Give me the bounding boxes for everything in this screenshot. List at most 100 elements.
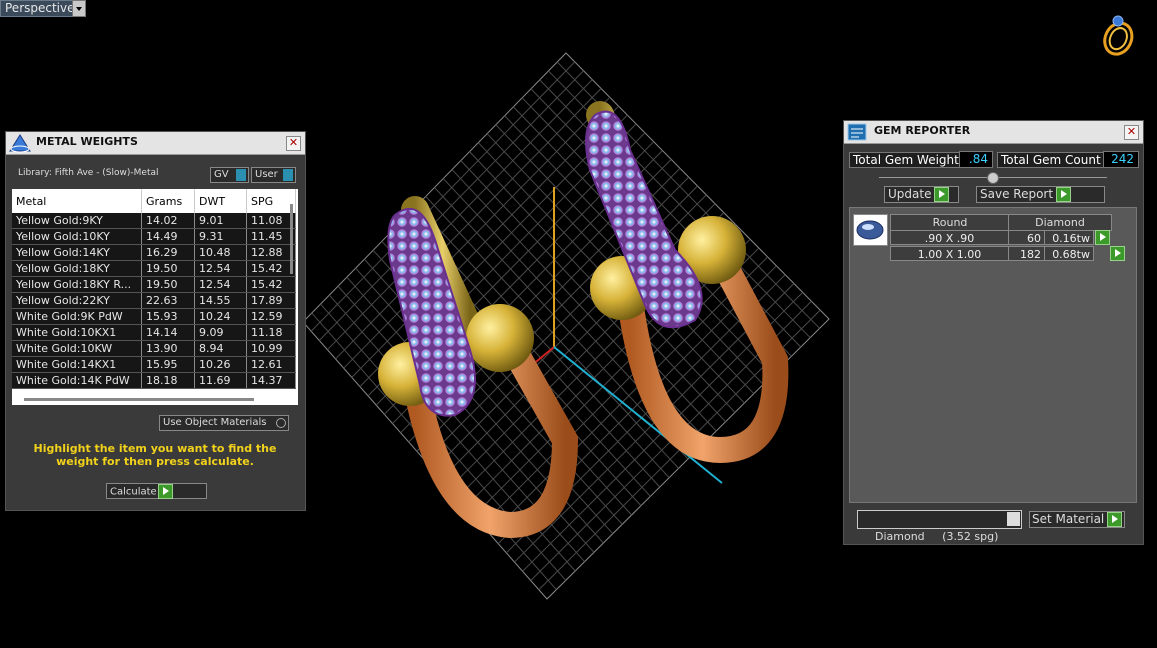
table-row[interactable]: Yellow Gold:9KY 14.02 9.01 11.08: [12, 213, 296, 229]
total-gem-count-value: 242: [1103, 151, 1139, 168]
cell-spg: 15.42: [246, 260, 296, 277]
table-row[interactable]: Yellow Gold:10KY 14.49 9.31 11.45: [12, 228, 296, 245]
material-select-dropdown-icon[interactable]: [1007, 512, 1020, 526]
cell-grams: 13.90: [141, 340, 195, 357]
round-gem-thumbnail[interactable]: [853, 214, 888, 246]
gem-reporter-icon: [847, 123, 867, 141]
cell-grams: 15.93: [141, 308, 195, 325]
gem-count: 60: [1008, 230, 1045, 245]
cell-metal: Yellow Gold:10KY: [12, 228, 142, 245]
set-material-label: Set Material: [1032, 512, 1105, 526]
cell-metal: Yellow Gold:18KY: [12, 260, 142, 277]
update-label: Update: [888, 187, 932, 201]
col-metal[interactable]: Metal: [12, 189, 142, 213]
ring-logo-icon: [1103, 15, 1134, 56]
gem-shape-header: Round: [890, 214, 1010, 231]
gv-indicator: [236, 169, 246, 181]
user-toggle[interactable]: User: [251, 167, 296, 183]
gv-toggle[interactable]: GV: [210, 167, 249, 183]
update-button[interactable]: Update: [884, 186, 959, 203]
table-row[interactable]: Yellow Gold:18KY 19.50 12.54 15.42: [12, 260, 296, 277]
gem-weight: 0.68tw: [1044, 246, 1094, 261]
viewport-view-label[interactable]: Perspective: [0, 0, 80, 17]
cell-grams: 22.63: [141, 292, 195, 309]
material-select[interactable]: Diamond (3.52 spg): [857, 510, 1022, 543]
cell-spg: 15.42: [246, 276, 296, 293]
save-report-button[interactable]: Save Report: [976, 186, 1105, 203]
gem-list-area[interactable]: Round Diamond .90 X .90 60 0.16tw 1.00 X 1.…: [849, 207, 1137, 503]
calculate-button[interactable]: Calculate: [106, 483, 207, 499]
table-vertical-scrollbar[interactable]: [290, 204, 293, 274]
cell-dwt: 8.94: [194, 340, 247, 357]
gem-material-header: Diamond: [1008, 214, 1112, 231]
cell-dwt: 9.31: [194, 228, 247, 245]
metal-weights-close-button[interactable]: ✕: [286, 136, 301, 151]
calculate-label: Calculate: [110, 486, 157, 498]
table-row[interactable]: Yellow Gold:22KY 22.63 14.55 17.89: [12, 292, 296, 309]
table-row[interactable]: Yellow Gold:14KY 16.29 10.48 12.88: [12, 244, 296, 261]
cell-spg: 11.08: [246, 213, 296, 229]
collapse-toggle-icon[interactable]: [987, 172, 999, 184]
save-report-go-icon: [1055, 187, 1071, 202]
calculate-hint: Highlight the item you want to find the …: [33, 442, 277, 468]
cell-spg: 11.18: [246, 324, 296, 341]
set-material-go-icon: [1107, 512, 1123, 527]
col-dwt[interactable]: DWT: [194, 189, 247, 213]
gem-size: .90 X .90: [890, 230, 1009, 245]
table-row[interactable]: White Gold:9K PdW 15.93 10.24 12.59: [12, 308, 296, 325]
table-row[interactable]: White Gold:10KX1 14.14 9.09 11.18: [12, 324, 296, 341]
table-horizontal-scrollbar[interactable]: [24, 398, 254, 401]
gv-toggle-label: GV: [214, 169, 229, 180]
cell-grams: 14.49: [141, 228, 195, 245]
col-grams[interactable]: Grams: [141, 189, 195, 213]
table-row[interactable]: White Gold:14KX1 15.95 10.26 12.61: [12, 356, 296, 373]
total-gem-weight-label: Total Gem Weight: [849, 152, 963, 168]
metal-weights-titlebar[interactable]: METAL WEIGHTS ✕: [6, 132, 305, 155]
cell-dwt: 14.55: [194, 292, 247, 309]
cell-spg: 14.37: [246, 372, 296, 389]
cell-grams: 15.95: [141, 356, 195, 373]
gem-select-arrow-icon[interactable]: [1110, 246, 1125, 261]
cell-spg: 12.59: [246, 308, 296, 325]
cell-dwt: 12.54: [194, 276, 247, 293]
gem-reporter-close-button[interactable]: ✕: [1124, 125, 1139, 140]
cell-metal: Yellow Gold:14KY: [12, 244, 142, 261]
cell-metal: White Gold:9K PdW: [12, 308, 142, 325]
viewport-view-dropdown-icon[interactable]: [72, 0, 86, 17]
cell-dwt: 12.54: [194, 260, 247, 277]
cell-metal: White Gold:10KX1: [12, 324, 142, 341]
cell-dwt: 10.24: [194, 308, 247, 325]
gem-select-arrow-icon[interactable]: [1095, 230, 1110, 245]
gem-reporter-panel: GEM REPORTER ✕ Total Gem Weight .84 Tota…: [843, 120, 1144, 545]
metal-table: Metal Grams DWT SPG Yellow Gold:9KY 14.02…: [12, 189, 296, 389]
cell-dwt: 9.09: [194, 324, 247, 341]
table-row[interactable]: White Gold:10KW 13.90 8.94 10.99: [12, 340, 296, 357]
cell-grams: 19.50: [141, 276, 195, 293]
cell-metal: Yellow Gold:9KY: [12, 213, 142, 229]
table-row[interactable]: Yellow Gold:18KY R... 19.50 12.54 15.42: [12, 276, 296, 293]
cell-dwt: 11.69: [194, 372, 247, 389]
gem-size: 1.00 X 1.00: [890, 246, 1009, 261]
cell-spg: 17.89: [246, 292, 296, 309]
table-row[interactable]: White Gold:14K PdW 18.18 11.69 14.37: [12, 372, 296, 389]
cell-spg: 12.61: [246, 356, 296, 373]
cell-grams: 14.02: [141, 213, 195, 229]
cell-metal: Yellow Gold:18KY R...: [12, 276, 142, 293]
total-gem-count-label: Total Gem Count: [997, 152, 1105, 168]
user-toggle-label: User: [255, 169, 278, 180]
set-material-button[interactable]: Set Material: [1029, 511, 1125, 528]
cell-spg: 11.45: [246, 228, 296, 245]
gem-count: 182: [1008, 246, 1045, 261]
total-gem-weight-value: .84: [959, 151, 993, 168]
library-label: Library: Fifth Ave - (Slow)-Metal: [18, 168, 159, 178]
radio-icon: [276, 418, 286, 428]
cell-grams: 18.18: [141, 372, 195, 389]
update-go-icon: [934, 187, 950, 202]
use-object-materials-toggle[interactable]: Use Object Materials: [159, 415, 289, 431]
metal-weights-title: METAL WEIGHTS: [36, 135, 138, 148]
gem-reporter-titlebar[interactable]: GEM REPORTER ✕: [844, 121, 1143, 144]
metal-table-container[interactable]: Metal Grams DWT SPG Yellow Gold:9KY 14.02…: [12, 189, 298, 405]
cell-dwt: 10.26: [194, 356, 247, 373]
col-spg[interactable]: SPG: [246, 189, 296, 213]
cell-metal: White Gold:14KX1: [12, 356, 142, 373]
